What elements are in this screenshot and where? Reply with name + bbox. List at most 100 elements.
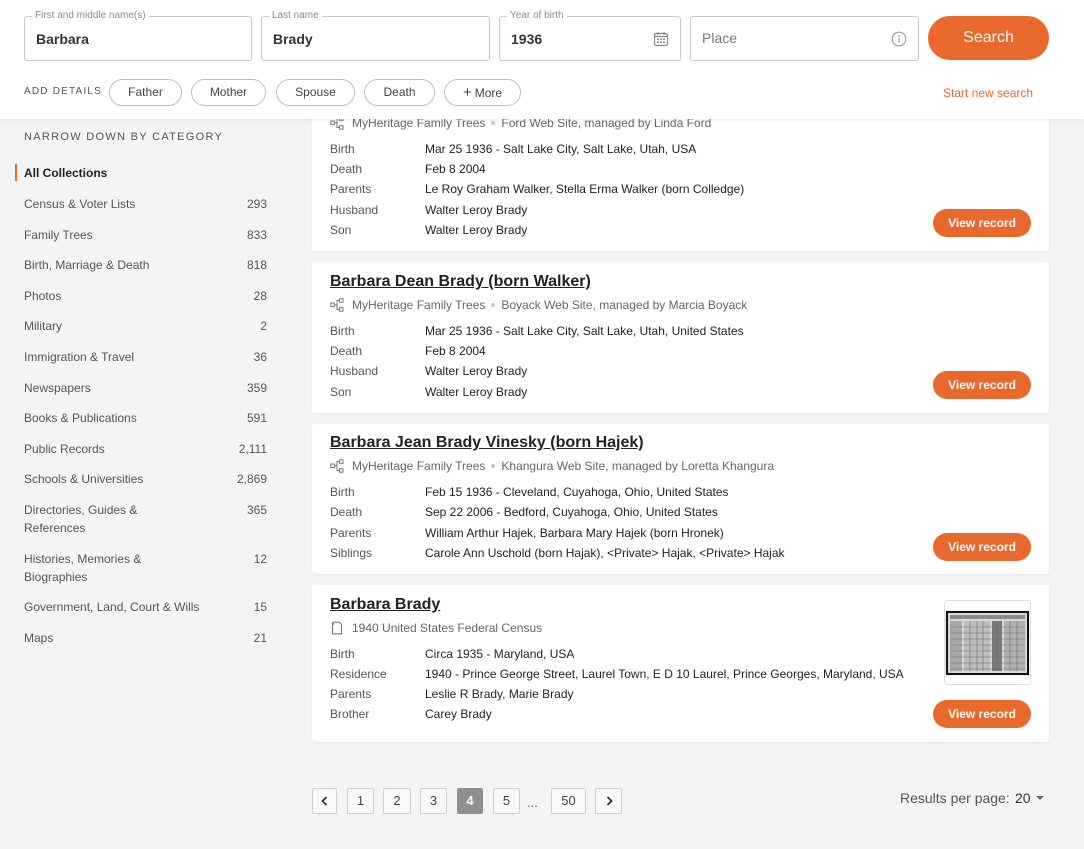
category-name: Directories, Guides & References <box>24 503 138 535</box>
more-pill[interactable]: + More <box>444 79 521 106</box>
category-government-land[interactable]: Government, Land, Court & Wills 15 <box>24 598 274 616</box>
field-label: Death <box>330 505 363 519</box>
result-card: Barbara Brady 1940 United States Federal… <box>312 585 1049 742</box>
year-of-birth-value[interactable]: 1936 <box>511 31 542 47</box>
spouse-pill[interactable]: Spouse <box>276 79 355 106</box>
separator-dot <box>491 121 496 125</box>
category-name: Government, Land, Court & Wills <box>24 600 200 614</box>
field-label: Brother <box>330 707 370 721</box>
record-source: 1940 United States Federal Census <box>330 621 542 635</box>
family-tree-icon <box>330 459 344 473</box>
page-3-button[interactable]: 3 <box>420 788 447 814</box>
category-name: Books & Publications <box>24 411 137 425</box>
category-name: Immigration & Travel <box>24 350 135 364</box>
info-icon[interactable] <box>891 31 907 47</box>
view-record-button[interactable]: View record <box>933 371 1031 399</box>
view-record-button[interactable]: View record <box>933 209 1031 237</box>
source-site[interactable]: Khangura Web Site, managed by Loretta Kh… <box>501 459 774 473</box>
page-50-button[interactable]: 50 <box>551 788 586 814</box>
category-count: 2 <box>260 319 267 333</box>
page-2-button[interactable]: 2 <box>383 788 411 814</box>
add-details-label: ADD DETAILS <box>24 86 103 97</box>
year-of-birth-field[interactable]: Year of birth 1936 <box>499 10 681 61</box>
field-value: Walter Leroy Brady <box>425 223 528 237</box>
category-books-publications[interactable]: Books & Publications 591 <box>24 409 274 427</box>
category-name: Histories, Memories & Biographies <box>24 552 142 584</box>
death-pill[interactable]: Death <box>364 79 435 106</box>
field-value: Le Roy Graham Walker, Stella Erma Walker… <box>425 182 745 196</box>
caret-down-icon[interactable] <box>1036 796 1044 800</box>
source-site[interactable]: Boyack Web Site, managed by Marcia Boyac… <box>501 298 747 312</box>
field-value: Sep 22 2006 - Bedford, Cuyahoga, Ohio, U… <box>425 505 718 519</box>
category-military[interactable]: Military 2 <box>24 317 274 335</box>
field-value: Circa 1935 - Maryland, USA <box>425 647 575 661</box>
first-name-field[interactable]: First and middle name(s) Barbara <box>24 10 252 61</box>
category-count: 293 <box>246 197 267 211</box>
category-directories-guides[interactable]: Directories, Guides & References 365 <box>24 501 274 537</box>
pagination-ellipsis: ... <box>527 795 538 810</box>
category-count: 28 <box>253 289 267 303</box>
field-value: Feb 8 2004 <box>425 344 486 358</box>
next-page-button[interactable] <box>595 788 622 814</box>
source-collection[interactable]: MyHeritage Family Trees <box>352 298 485 312</box>
plus-icon: + <box>462 84 472 101</box>
page-5-button[interactable]: 5 <box>493 788 520 814</box>
field-label: Son <box>330 385 352 399</box>
last-name-label: Last name <box>269 10 322 22</box>
start-new-search-link[interactable]: Start new search <box>943 86 1033 100</box>
last-name-value[interactable]: Brady <box>273 31 313 47</box>
category-histories-memories[interactable]: Histories, Memories & Biographies 12 <box>24 550 274 586</box>
source-collection[interactable]: MyHeritage Family Trees <box>352 459 485 473</box>
category-public-records[interactable]: Public Records 2,111 <box>24 440 274 458</box>
chevron-left-icon <box>320 796 327 806</box>
field-label: Death <box>330 162 363 176</box>
category-census-voter[interactable]: Census & Voter Lists 293 <box>24 195 274 213</box>
search-button[interactable]: Search <box>928 16 1049 60</box>
category-immigration-travel[interactable]: Immigration & Travel 36 <box>24 348 274 366</box>
category-name: Schools & Universities <box>24 472 144 486</box>
document-icon <box>331 621 343 635</box>
field-value: William Arthur Hajek, Barbara Mary Hajek… <box>425 526 724 540</box>
field-label: Son <box>330 223 352 237</box>
field-label: Parents <box>330 526 372 540</box>
place-placeholder[interactable]: Place <box>702 30 737 46</box>
view-record-button[interactable]: View record <box>933 700 1031 728</box>
chevron-right-icon <box>606 796 613 806</box>
field-value: Walter Leroy Brady <box>425 203 528 217</box>
category-all-collections[interactable]: All Collections <box>24 164 274 182</box>
calendar-icon[interactable] <box>653 31 669 47</box>
category-schools-universities[interactable]: Schools & Universities 2,869 <box>24 470 274 488</box>
field-label: Residence <box>330 667 387 681</box>
category-family-trees[interactable]: Family Trees 833 <box>24 226 274 244</box>
source-collection[interactable]: 1940 United States Federal Census <box>352 621 542 635</box>
result-card: Barbara Jean Brady Vinesky (born Hajek) … <box>312 424 1049 574</box>
category-count: 833 <box>246 228 267 242</box>
category-maps[interactable]: Maps 21 <box>24 629 274 647</box>
field-value: Mar 25 1936 - Salt Lake City, Salt Lake,… <box>425 142 697 156</box>
page-1-button[interactable]: 1 <box>347 788 374 814</box>
view-record-button[interactable]: View record <box>933 533 1031 561</box>
prev-page-button[interactable] <box>312 788 337 814</box>
record-title-link[interactable]: Barbara Jean Brady Vinesky (born Hajek) <box>330 434 644 452</box>
category-count: 359 <box>246 381 267 395</box>
field-value: Carey Brady <box>425 707 492 721</box>
category-newspapers[interactable]: Newspapers 359 <box>24 379 274 397</box>
result-card: Barbara Dean Brady (born Walker) MyHerit… <box>312 262 1049 413</box>
first-name-value[interactable]: Barbara <box>36 31 89 47</box>
narrow-down-title: NARROW DOWN BY CATEGORY <box>24 131 224 143</box>
results-per-page-select[interactable]: 20 <box>1015 790 1031 806</box>
record-title-link[interactable]: Barbara Dean Brady (born Walker) <box>330 273 591 291</box>
year-of-birth-label: Year of birth <box>507 10 567 22</box>
last-name-field[interactable]: Last name Brady <box>261 10 490 61</box>
field-label: Death <box>330 344 363 358</box>
page-4-button[interactable]: 4 <box>457 788 483 814</box>
record-title-link[interactable]: Barbara Brady <box>330 596 440 614</box>
category-photos[interactable]: Photos 28 <box>24 287 274 305</box>
mother-pill[interactable]: Mother <box>191 79 266 106</box>
place-field[interactable]: Place <box>690 16 919 61</box>
father-pill[interactable]: Father <box>109 79 182 106</box>
search-bar: First and middle name(s) Barbara Last na… <box>0 0 1084 119</box>
category-birth-marriage-death[interactable]: Birth, Marriage & Death 818 <box>24 256 274 274</box>
census-thumbnail[interactable] <box>944 600 1031 685</box>
category-name: Photos <box>24 289 62 303</box>
